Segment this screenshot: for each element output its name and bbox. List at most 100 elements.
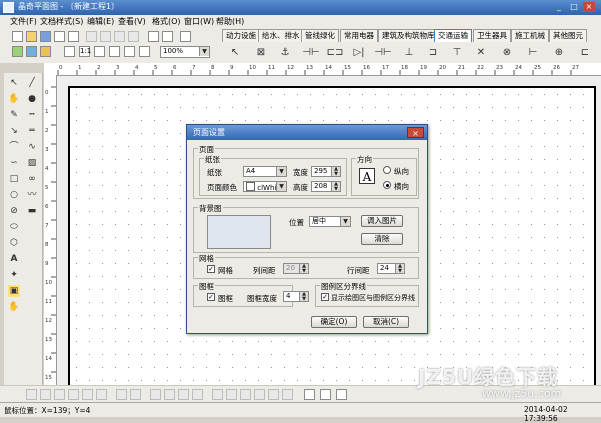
tab-machinery[interactable]: 施工机械 (511, 29, 549, 42)
stepper-arrows-icon[interactable]: ▲ ▼ (299, 264, 308, 273)
position-select[interactable]: 居中 ▼ (309, 216, 351, 227)
close-window-button[interactable]: × (583, 2, 595, 12)
save-icon[interactable] (40, 31, 51, 42)
delete-icon[interactable] (128, 31, 139, 42)
slash-tool-icon[interactable]: ⊘ (8, 205, 20, 217)
dialog-close-button[interactable]: × (407, 127, 424, 138)
import-image-button[interactable]: 调入图片 (361, 215, 403, 227)
dash-line-tool-icon[interactable]: ┅ (26, 109, 38, 121)
dot-tool-icon[interactable]: ● (26, 93, 38, 105)
capacitor-symbol-icon[interactable]: ⊏⊐ (326, 46, 344, 60)
bracket-end-symbol-icon[interactable]: ⊏ (576, 46, 594, 60)
legend-divider-checkbox[interactable]: ✓ (321, 293, 329, 301)
portrait-radio[interactable] (383, 166, 391, 174)
align-top-icon[interactable] (68, 389, 79, 400)
signal-symbol-icon[interactable]: ⊤ (448, 46, 466, 60)
stepper-arrows-icon[interactable]: ▲ ▼ (331, 182, 340, 191)
cross-symbol-icon[interactable]: ✕ (472, 46, 490, 60)
bracket-symbol-icon[interactable]: ⊐ (424, 46, 442, 60)
menu-format[interactable]: 格式(O) (152, 16, 181, 27)
menu-file[interactable]: 文件(F) (10, 16, 37, 27)
stepper-arrows-icon[interactable]: ▲ ▼ (395, 264, 404, 273)
send-back-icon[interactable] (192, 389, 203, 400)
rectangle-tool-icon[interactable]: □ (8, 173, 20, 185)
zoom-out-icon[interactable] (94, 46, 105, 57)
line-tool-icon[interactable]: ╱ (26, 77, 38, 89)
anchor-symbol-icon[interactable]: ⚓ (276, 46, 294, 60)
menu-doc-style[interactable]: 文档样式(S) (40, 16, 83, 27)
layer-icon[interactable] (12, 46, 23, 57)
align-left-icon[interactable] (26, 389, 37, 400)
align-center-icon[interactable] (40, 389, 51, 400)
paste-icon[interactable] (114, 31, 125, 42)
bring-front-icon[interactable] (178, 389, 189, 400)
hatch-tool-icon[interactable]: ▨ (26, 157, 38, 169)
hand-tool-icon[interactable]: ✋ (8, 93, 20, 105)
frame-width-stepper[interactable]: 4 ▲ ▼ (283, 291, 309, 302)
select-tool-icon[interactable]: ↖ (8, 77, 20, 89)
zoom-window-icon[interactable] (139, 46, 150, 57)
grid-checkbox[interactable]: ✓ (207, 265, 215, 273)
paper-size-select[interactable]: A4 ▼ (243, 166, 287, 177)
motor-symbol-icon[interactable]: ⊕ (550, 46, 568, 60)
text-tool-icon[interactable]: A (8, 253, 20, 265)
same-height-icon[interactable] (130, 389, 141, 400)
ortho-icon[interactable] (336, 389, 347, 400)
copy-icon[interactable] (100, 31, 111, 42)
rotate-right-icon[interactable] (226, 389, 237, 400)
x-box-symbol-icon[interactable]: ⊗ (498, 46, 516, 60)
height-stepper[interactable]: 208 ▲ ▼ (311, 181, 341, 192)
menu-edit[interactable]: 编辑(E) (87, 16, 114, 27)
redo-icon[interactable] (162, 31, 173, 42)
row-spacing-stepper[interactable]: 24 ▲ ▼ (377, 263, 405, 274)
junction-symbol-icon[interactable]: ⊢ (524, 46, 542, 60)
cancel-button[interactable]: 取消(C) (363, 316, 409, 328)
zoom-select[interactable]: 100% ▼ (160, 46, 210, 58)
diode-symbol-icon[interactable]: ▷| (350, 46, 368, 60)
preview-icon[interactable] (68, 31, 79, 42)
group-icon[interactable] (150, 389, 161, 400)
menu-window[interactable]: 窗口(W) (184, 16, 214, 27)
show-grid-icon[interactable] (320, 389, 331, 400)
gradient-tool-icon[interactable]: ▬ (26, 205, 38, 217)
stepper-arrows-icon[interactable]: ▲ ▼ (299, 292, 308, 301)
stamp-tool-icon[interactable]: ✋ (8, 301, 20, 313)
pen-tool-icon[interactable]: ✎ (8, 109, 20, 121)
unlock-icon[interactable] (282, 389, 293, 400)
zoom-fit-icon[interactable] (109, 46, 120, 57)
menu-help[interactable]: 帮助(H) (216, 16, 244, 27)
grid-icon[interactable] (180, 31, 191, 42)
curve-tool-icon[interactable]: ∽ (8, 157, 20, 169)
tab-water[interactable]: 给水、排水 (258, 29, 304, 42)
tab-transport[interactable]: 交通运输 (434, 29, 472, 42)
width-stepper[interactable]: 295 ▲ ▼ (311, 166, 341, 177)
circle-tool-icon[interactable]: ○ (8, 189, 20, 201)
flip-vertical-icon[interactable] (254, 389, 265, 400)
col-spacing-stepper[interactable]: 20 ▲ ▼ (283, 263, 309, 274)
clear-image-button[interactable]: 清除 (361, 233, 403, 245)
ok-button[interactable]: 确定(O) (311, 316, 357, 328)
align-bottom-icon[interactable] (96, 389, 107, 400)
zoom-page-icon[interactable] (124, 46, 135, 57)
frame-checkbox[interactable]: ✓ (207, 293, 215, 301)
export-icon[interactable] (40, 46, 51, 57)
minimize-button[interactable]: _ (553, 2, 565, 12)
align-middle-icon[interactable] (82, 389, 93, 400)
tab-electrical[interactable]: 常用电器 (340, 29, 378, 42)
stepper-arrows-icon[interactable]: ▲ ▼ (331, 167, 340, 176)
menu-view[interactable]: 查看(V) (118, 16, 146, 27)
page-color-select[interactable]: clWhit ▼ (243, 181, 287, 192)
landscape-radio[interactable] (383, 181, 391, 189)
chain-tool-icon[interactable]: ∞ (26, 173, 38, 185)
pointer-icon[interactable]: ↖ (226, 46, 244, 60)
cut-icon[interactable] (86, 31, 97, 42)
open-folder-icon[interactable] (26, 31, 37, 42)
polyline-tool-icon[interactable]: ⌒ (8, 141, 20, 153)
zoom-in-icon[interactable] (64, 46, 75, 57)
rotate-left-icon[interactable] (212, 389, 223, 400)
new-file-icon[interactable] (12, 31, 23, 42)
zoom-actual-icon[interactable]: 1:1 (79, 46, 91, 57)
image-tool-icon[interactable]: ▣ (8, 285, 20, 297)
gate-symbol-icon[interactable]: ⊣⊢ (374, 46, 392, 60)
print-icon[interactable] (54, 31, 65, 42)
